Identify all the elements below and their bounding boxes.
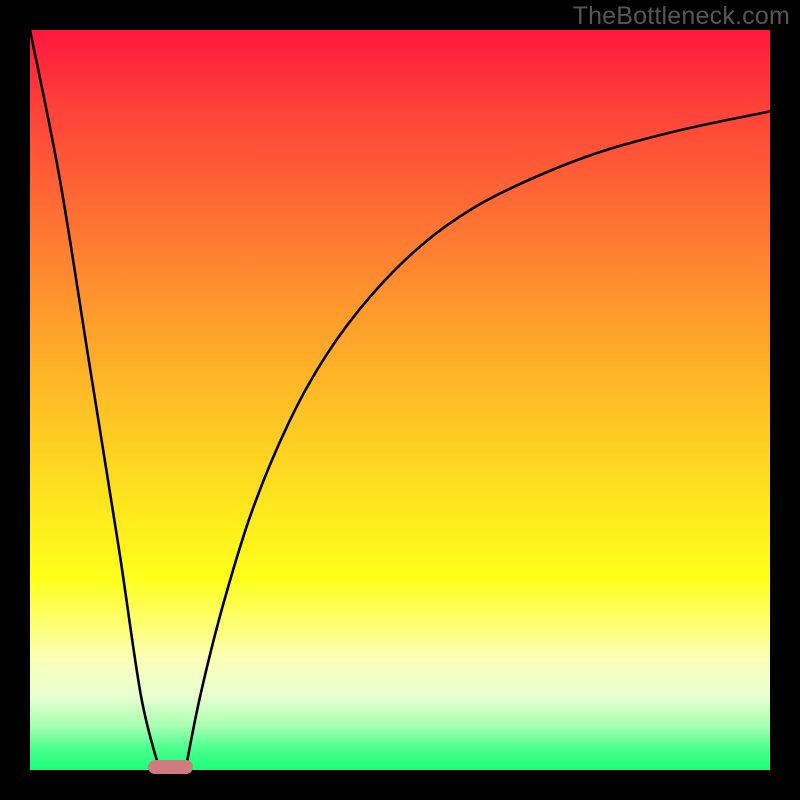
watermark-text: TheBottleneck.com	[573, 2, 790, 31]
chart-frame: TheBottleneck.com	[0, 0, 800, 800]
series-right-branch	[185, 111, 770, 770]
min-region-marker	[148, 760, 192, 774]
plot-area	[30, 30, 770, 770]
series-left-branch	[30, 30, 160, 770]
chart-curves	[30, 30, 770, 770]
